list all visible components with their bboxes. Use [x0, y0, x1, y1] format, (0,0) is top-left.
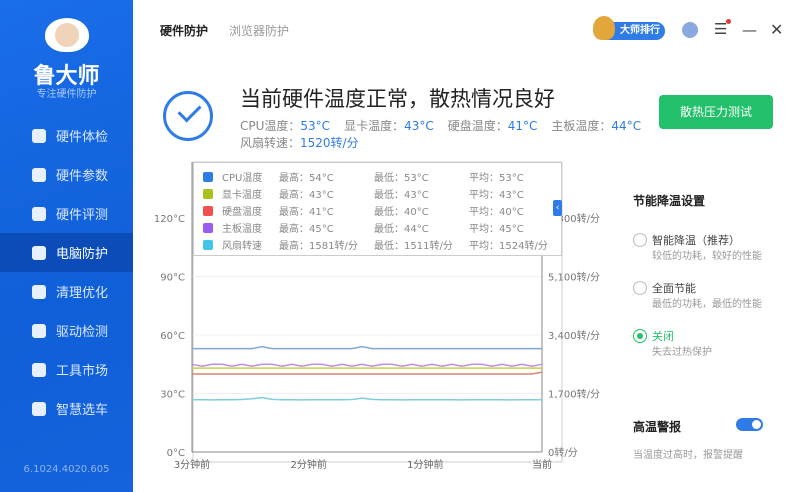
x-tick: 1分钟前 [407, 458, 443, 471]
legend-max: 最高：1581转/分 [279, 241, 358, 252]
legend-row: 硬盘温度 最高：41°C 最低：40°C 平均：40°C [194, 202, 561, 219]
series-line-1 [191, 363, 543, 367]
legend-swatch [203, 205, 213, 216]
legend-max: 最高：41°C [279, 207, 334, 218]
option-label: 全面节能 [652, 282, 696, 295]
legend-avg: 平均：1524转/分 [469, 241, 548, 252]
collapse-legend-button[interactable]: ‹ [553, 200, 562, 216]
legend-avg: 平均：53°C [469, 173, 524, 184]
option-desc: 失去过热保护 [652, 347, 712, 358]
legend-name: 硬盘温度 [222, 207, 262, 218]
y-left-tick: 30°C [160, 390, 185, 401]
legend-name: 主板温度 [222, 224, 262, 235]
y-left-tick: 60°C [160, 331, 185, 342]
option-desc: 最低的功耗，最低的性能 [652, 299, 762, 310]
alarm-title: 高温警报 [633, 420, 682, 434]
x-tick: 当前 [532, 458, 552, 471]
chart-legend: CPU温度 最高：54°C 最低：53°C 平均：53°C 显卡温度 最高：43°C 最低：… [193, 162, 562, 256]
legend-min: 最低：53°C [374, 173, 429, 184]
y-right-tick: 5,100转/分 [548, 271, 600, 284]
legend-row: 风扇转速 最高：1581转/分 最低：1511转/分 平均：1524转/分 [194, 236, 561, 253]
legend-min: 最低：40°C [374, 207, 429, 218]
legend-row: 显卡温度 最高：43°C 最低：43°C 平均：43°C [194, 185, 561, 202]
x-tick: 2分钟前 [290, 458, 326, 471]
legend-name: CPU温度 [222, 173, 263, 184]
legend-min: 最低：43°C [374, 190, 429, 201]
legend-swatch [203, 239, 213, 250]
legend-max: 最高：45°C [279, 224, 334, 235]
series-line-3 [192, 371, 543, 375]
alarm-toggle[interactable] [736, 418, 763, 431]
series-line-4 [192, 396, 542, 401]
legend-avg: 平均：45°C [469, 224, 524, 235]
series-line-0 [192, 345, 542, 350]
legend-row: CPU温度 最高：54°C 最低：53°C 平均：53°C [194, 168, 561, 185]
legend-swatch [203, 222, 213, 233]
radio-button[interactable] [633, 329, 647, 343]
legend-avg: 平均：43°C [469, 190, 524, 201]
radio-button[interactable] [633, 281, 647, 295]
legend-max: 最高：54°C [279, 173, 334, 184]
y-left-tick: 0°C [167, 448, 185, 459]
y-right-tick: 1,700转/分 [548, 388, 600, 401]
y-left-tick: 120°C [154, 214, 185, 225]
legend-name: 显卡温度 [222, 190, 262, 201]
y-right-tick: 3,400转/分 [548, 329, 600, 342]
option-label: 关闭 [652, 330, 674, 343]
alarm-desc: 当温度过高时，报警提醒 [633, 450, 743, 461]
y-left-tick: 90°C [160, 273, 185, 284]
radio-button[interactable] [633, 233, 647, 247]
legend-swatch [203, 188, 213, 199]
x-tick: 3分钟前 [174, 458, 210, 471]
legend-row: 主板温度 最高：45°C 最低：44°C 平均：45°C [194, 219, 561, 236]
settings-title: 节能降温设置 [633, 194, 706, 208]
legend-name: 风扇转速 [222, 241, 262, 252]
y-right-tick: 0转/分 [548, 446, 578, 459]
legend-swatch [203, 171, 213, 182]
legend-min: 最低：44°C [374, 224, 429, 235]
option-label: 智能降温（推荐） [652, 234, 740, 247]
legend-max: 最高：43°C [279, 190, 334, 201]
legend-avg: 平均：40°C [469, 207, 524, 218]
legend-min: 最低：1511转/分 [374, 241, 453, 252]
option-desc: 较低的功耗，较好的性能 [652, 251, 762, 262]
